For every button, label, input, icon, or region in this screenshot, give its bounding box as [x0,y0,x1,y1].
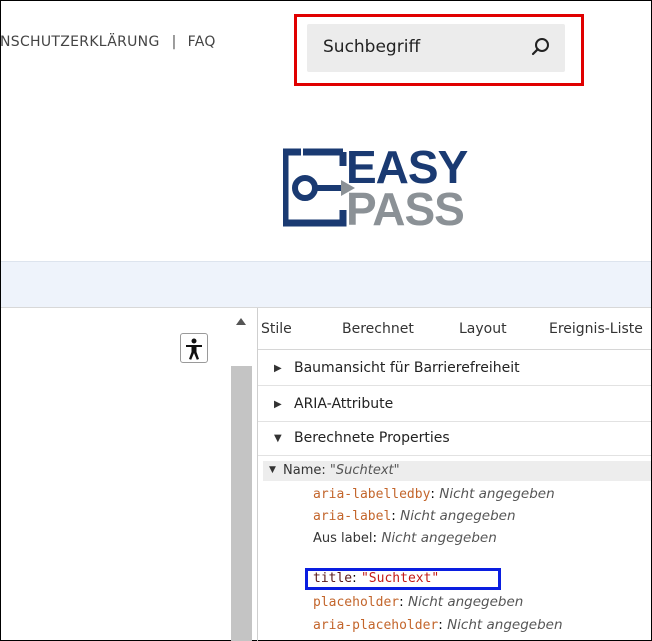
collapse-arrow-icon: ▼ [269,465,276,475]
property-value: Nicht angegeben [381,530,497,546]
computed-name-row[interactable]: ▼ Name: "Suchtext" [263,461,651,481]
scrollbar[interactable] [231,366,252,641]
tab-event-listeners[interactable]: Ereignis-Liste [549,321,643,337]
property-value: Nicht angegeben [407,594,524,610]
name-value: "Suchtext" [329,463,400,478]
top-navigation: NSCHUTZERKLÄRUNG | FAQ [0,34,216,50]
tab-layout[interactable]: Layout [459,321,507,337]
property-row: aria-labelledby: Nicht angegeben [313,486,555,502]
property-row: placeholder: Nicht angegeben [313,594,523,610]
easypass-logo: EASY PASS [283,144,558,232]
section-computed-properties[interactable]: ▼ Berechnete Properties [258,422,651,456]
expand-arrow-icon: ▶ [274,399,282,410]
privacy-link[interactable]: NSCHUTZERKLÄRUNG [0,34,160,50]
property-separator: : [430,486,440,502]
page-band [1,261,651,308]
property-value: Nicht angegeben [439,486,555,502]
tab-computed[interactable]: Berechnet [342,321,414,337]
section-label: ARIA-Attribute [294,396,394,412]
property-row: aria-placeholder: Nicht angegeben [313,617,563,633]
property-key: aria-placeholder [313,618,439,633]
property-separator: : [399,594,408,610]
accessibility-icon [186,338,202,360]
tab-styles[interactable]: Stile [261,321,292,337]
title-highlight-box [305,568,501,590]
nav-separator: | [171,34,177,50]
expand-arrow-icon: ▶ [274,363,282,374]
property-separator: : [372,530,382,546]
property-row: aria-label: Nicht angegeben [313,508,516,524]
property-separator: : [438,617,448,633]
section-label: Baumansicht für Barrierefreiheit [294,360,520,376]
section-aria-attributes[interactable]: ▶ ARIA-Attribute [258,388,651,422]
property-separator: : [391,508,401,524]
name-label: Name: [283,463,330,478]
accessibility-button[interactable] [180,333,208,363]
faq-link[interactable]: FAQ [188,34,216,50]
property-value: Nicht angegeben [400,508,516,524]
property-row: Aus label: Nicht angegeben [313,530,497,546]
search-highlight-box [294,14,584,86]
property-value: Nicht angegeben [447,617,563,633]
section-label: Berechnete Properties [294,430,450,446]
collapse-arrow-icon: ▼ [274,433,282,444]
property-key: Aus label [313,531,373,546]
scroll-up-arrow-icon[interactable] [236,318,246,325]
devtools-tab-bar: Stile Berechnet Layout Ereignis-Liste [258,308,651,350]
property-key: placeholder [313,595,400,610]
property-key: aria-label [313,509,392,524]
logo-text-pass: PASS [346,183,465,235]
property-key: aria-labelledby [313,487,431,502]
section-accessibility-tree[interactable]: ▶ Baumansicht für Barrierefreiheit [258,352,651,386]
